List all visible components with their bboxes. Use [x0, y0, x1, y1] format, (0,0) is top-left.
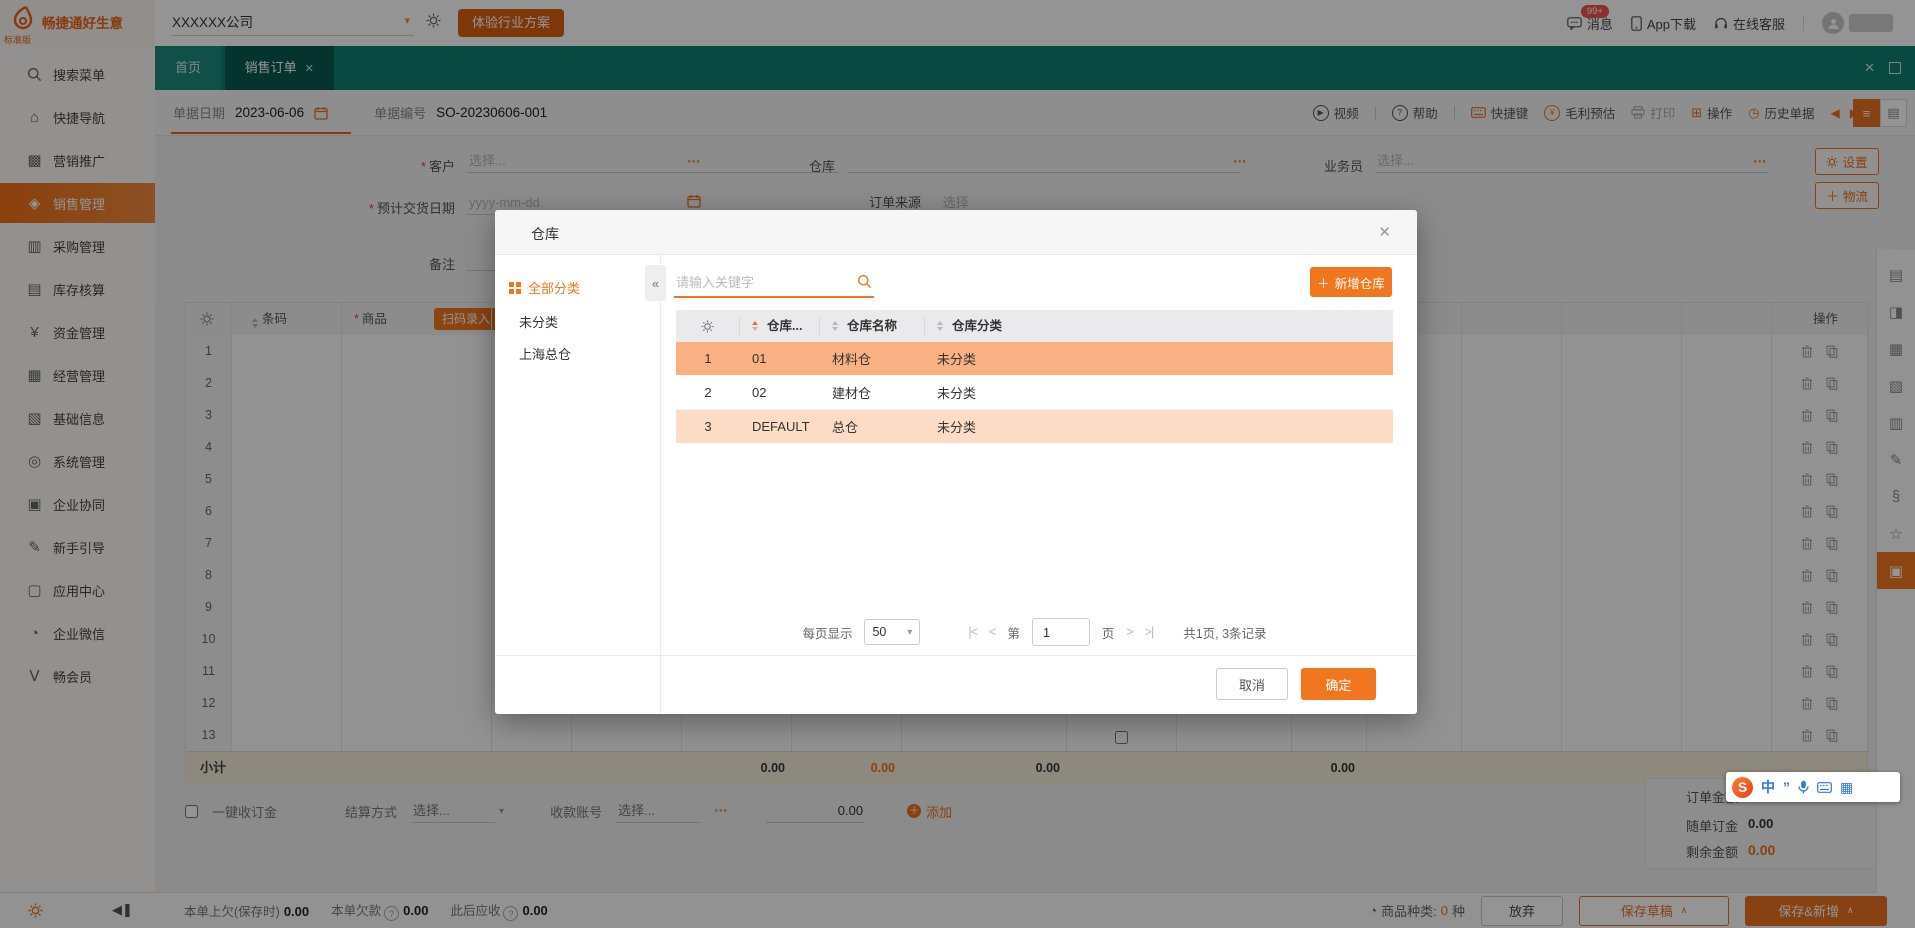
warehouse-row-01[interactable]: 101材料仓未分类 — [676, 342, 1393, 376]
page-number-input[interactable] — [1032, 618, 1090, 646]
category-item-shanghai[interactable]: 上海总仓 — [519, 344, 571, 363]
collapse-panel-button[interactable]: « — [645, 265, 666, 301]
per-page-label: 每页显示 — [802, 623, 852, 642]
plus-icon: ＋ — [1317, 273, 1330, 292]
warehouse-table-header: 仓库... 仓库名称 仓库分类 — [676, 310, 1393, 342]
pagination-bar: 每页显示 50▾ |< < 第 页 > >| 共1页, 3条记录 — [676, 614, 1393, 650]
toolbox-icon[interactable]: ▦ — [1840, 779, 1853, 796]
cell-name: 建材仓 — [820, 383, 925, 402]
modal-footer-divider — [495, 655, 1417, 656]
category-panel: 全部分类 未分类 上海总仓 — [495, 254, 661, 714]
warehouse-modal: 仓库 ✕ 全部分类 未分类 上海总仓 « ＋新增仓库 仓库... 仓库名称 仓库… — [495, 210, 1417, 714]
cell-name: 材料仓 — [820, 349, 925, 368]
confirm-button[interactable]: 确定 — [1301, 668, 1376, 700]
modal-search-input[interactable] — [674, 268, 848, 296]
page-suffix: 页 — [1102, 623, 1115, 642]
cancel-button[interactable]: 取消 — [1216, 668, 1288, 700]
page-prefix: 第 — [1007, 623, 1020, 642]
add-warehouse-button[interactable]: ＋新增仓库 — [1310, 267, 1392, 297]
app-screen: 畅捷通好生意 标准版 XXXXXX公司 ▾ 体验行业方案 消息 99+ App下… — [0, 0, 1915, 928]
warehouse-row-02[interactable]: 202建材仓未分类 — [676, 376, 1393, 410]
last-page-icon[interactable]: >| — [1145, 625, 1154, 639]
warehouse-table: 仓库... 仓库名称 仓库分类 101材料仓未分类202建材仓未分类3DEFAU… — [676, 310, 1393, 444]
cell-code: 02 — [740, 385, 820, 400]
all-categories-item[interactable]: 全部分类 — [509, 278, 580, 297]
next-page-icon[interactable]: > — [1126, 625, 1132, 639]
cell-category: 未分类 — [925, 349, 1393, 368]
cell-name: 总仓 — [820, 417, 925, 436]
pagination-summary: 共1页, 3条记录 — [1183, 623, 1266, 642]
first-page-icon[interactable]: |< — [968, 625, 977, 639]
sogou-ime-toolbar[interactable]: S 中 ” ▦ — [1726, 772, 1900, 802]
warehouse-category-header[interactable]: 仓库分类 — [925, 316, 1393, 336]
cell-category: 未分类 — [925, 383, 1393, 402]
grid-icon — [509, 282, 521, 294]
cell-code: DEFAULT — [740, 419, 820, 434]
modal-titlebar: 仓库 ✕ — [495, 210, 1417, 255]
modal-close-icon[interactable]: ✕ — [1378, 223, 1391, 241]
warehouse-row-DEFAULT[interactable]: 3DEFAULT总仓未分类 — [676, 410, 1393, 444]
cell-idx: 3 — [676, 419, 740, 434]
warehouse-code-header[interactable]: 仓库... — [740, 316, 820, 336]
modal-search-field — [674, 268, 874, 298]
category-item-unclassified[interactable]: 未分类 — [519, 312, 558, 331]
mic-icon[interactable] — [1798, 780, 1809, 794]
sogou-logo-icon[interactable]: S — [1732, 777, 1753, 798]
search-icon[interactable] — [857, 274, 872, 289]
chinese-mode-icon[interactable]: 中 — [1761, 777, 1775, 797]
keyboard-icon[interactable] — [1817, 782, 1832, 793]
modal-title: 仓库 — [531, 224, 559, 244]
column-settings-gear-icon[interactable] — [676, 316, 740, 336]
warehouse-name-header[interactable]: 仓库名称 — [820, 316, 925, 336]
cell-idx: 1 — [676, 351, 740, 366]
cell-category: 未分类 — [925, 417, 1393, 436]
cell-idx: 2 — [676, 385, 740, 400]
per-page-select[interactable]: 50▾ — [864, 619, 920, 645]
punctuation-icon[interactable]: ” — [1783, 779, 1790, 795]
prev-page-icon[interactable]: < — [989, 625, 995, 639]
cell-code: 01 — [740, 351, 820, 366]
